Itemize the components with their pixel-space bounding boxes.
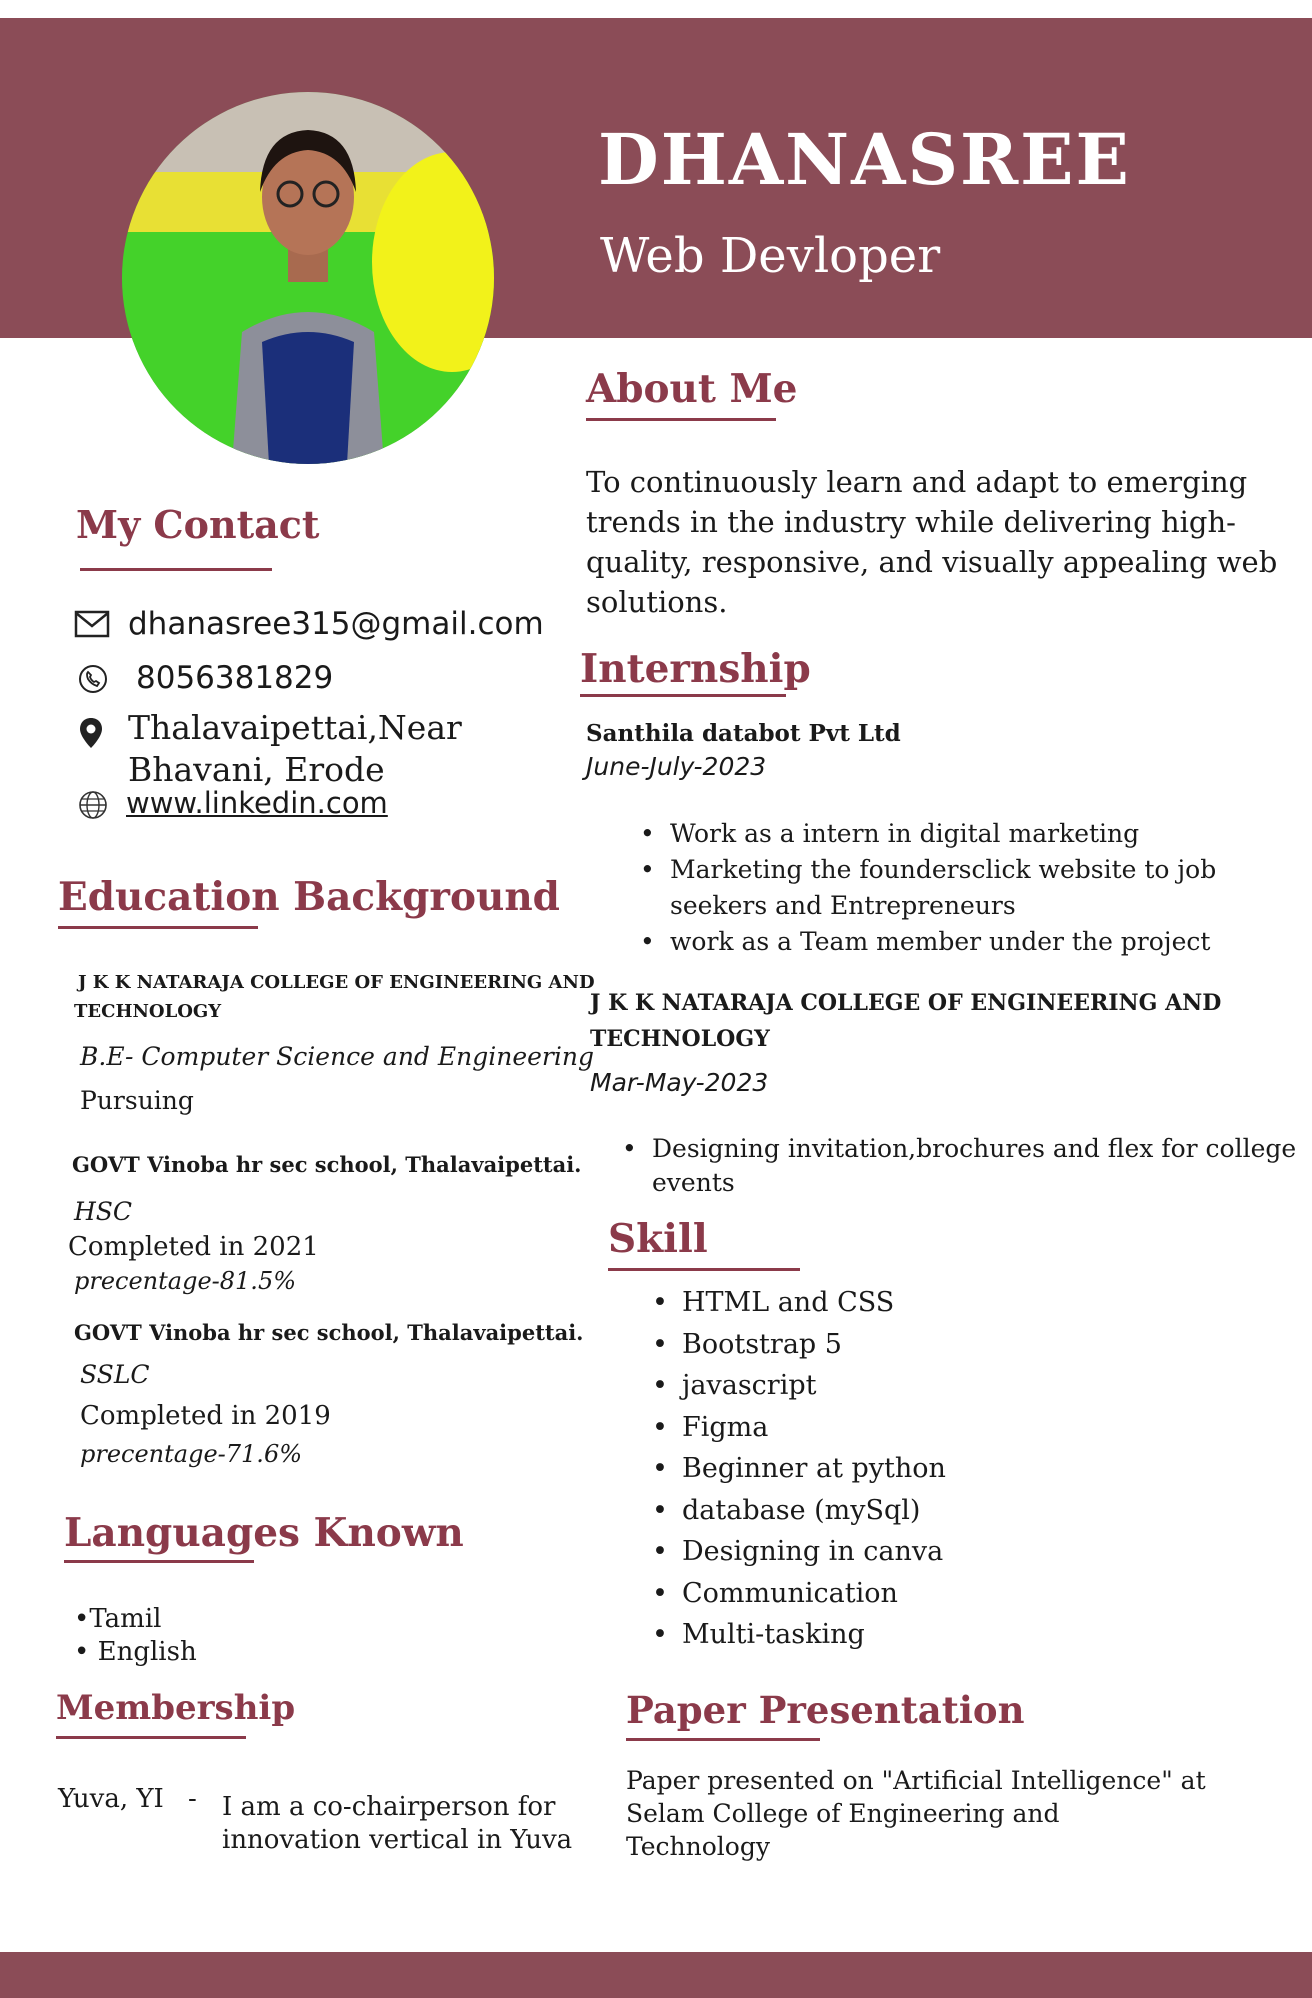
language-item: • English [74, 1637, 197, 1667]
membership-org: Yuva, YI [58, 1784, 164, 1814]
paper-line: Paper presented on "Artificial Intellige… [626, 1766, 1206, 1795]
list-item: Marketing the foundersclick website to j… [640, 852, 1216, 888]
education-heading-underline [58, 926, 258, 929]
paper-line: Technology [626, 1832, 770, 1861]
membership-heading-underline [56, 1736, 246, 1739]
skill-item: Communication [652, 1573, 946, 1615]
list-item: Designing invitation,brochures and flex … [622, 1132, 1296, 1166]
skill-item: Beginner at python [652, 1448, 946, 1490]
skill-item: Multi-tasking [652, 1614, 946, 1656]
person-role: Web Devloper [600, 228, 941, 284]
contact-heading-underline [80, 568, 272, 571]
list-item: Work as a intern in digital marketing [640, 816, 1216, 852]
about-line: quality, responsive, and visually appeal… [586, 545, 1278, 579]
person-name: DHANASREE [598, 118, 1131, 201]
internship-company2-name-line1: J K K NATARAJA COLLEGE OF ENGINEERING AN… [590, 990, 1222, 1016]
education-heading: Education Background [58, 874, 560, 920]
contact-phone[interactable]: 8056381829 [136, 660, 333, 696]
college-status: Pursuing [80, 1086, 194, 1115]
membership-dash: - [188, 1784, 197, 1814]
list-item: work as a Team member under the project [640, 924, 1216, 960]
hsc-level: HSC [74, 1197, 133, 1226]
paper-heading: Paper Presentation [626, 1688, 1025, 1732]
skill-item: Figma [652, 1407, 946, 1449]
sslc-percentage: precentage-71.6% [80, 1440, 303, 1468]
about-text: To continuously learn and adapt to emerg… [586, 462, 1277, 622]
membership-desc-line1: I am a co-chairperson for [222, 1792, 556, 1822]
about-heading-underline [586, 418, 776, 421]
internship-company2-points: Designing invitation,brochures and flex … [622, 1132, 1296, 1200]
paper-line: Selam College of Engineering and [626, 1799, 1060, 1828]
hsc-school: GOVT Vinoba hr sec school, Thalavaipetta… [72, 1152, 582, 1177]
internship-heading-underline [580, 694, 786, 697]
about-line: solutions. [586, 585, 728, 619]
contact-website-link[interactable]: www.linkedin.com [126, 786, 388, 820]
skill-heading: Skill [608, 1216, 708, 1262]
skills-list: HTML and CSS Bootstrap 5 javascript Figm… [652, 1282, 946, 1656]
paper-heading-underline [626, 1738, 820, 1741]
skill-item: Designing in canva [652, 1531, 946, 1573]
internship-company2-period: Mar-May-2023 [590, 1068, 769, 1097]
college-name-line1: J K K NATARAJA COLLEGE OF ENGINEERING AN… [78, 972, 595, 993]
contact-email[interactable]: dhanasree315@gmail.com [128, 606, 544, 642]
hsc-percentage: precentage-81.5% [74, 1267, 297, 1295]
footer-band [0, 1952, 1312, 1998]
membership-heading: Membership [56, 1688, 296, 1728]
skill-item: Bootstrap 5 [652, 1324, 946, 1366]
sslc-completed: Completed in 2019 [80, 1401, 331, 1431]
contact-address-line2: Bhavani, Erode [128, 750, 385, 789]
membership-desc-line2: innovation vertical in Yuva [222, 1825, 573, 1855]
globe-icon [78, 790, 108, 824]
internship-company2-name-line2: TECHNOLOGY [590, 1026, 770, 1052]
hsc-completed: Completed in 2021 [68, 1232, 319, 1262]
list-item-continuation: seekers and Entrepreneurs [640, 888, 1216, 924]
skill-item: javascript [652, 1365, 946, 1407]
contact-heading: My Contact [76, 502, 320, 547]
skill-heading-underline [608, 1268, 800, 1271]
list-item-continuation: events [622, 1166, 1296, 1200]
language-item: •Tamil [74, 1604, 162, 1634]
sslc-level: SSLC [80, 1360, 150, 1389]
about-line: trends in the industry while delivering … [586, 505, 1236, 539]
phone-icon [78, 664, 108, 698]
college-name-line2: TECHNOLOGY [74, 1001, 222, 1022]
skill-item: database (mySql) [652, 1490, 946, 1532]
internship-company1-name: Santhila databot Pvt Ltd [586, 720, 901, 747]
internship-heading: Internship [580, 646, 811, 692]
languages-heading: Languages Known [64, 1510, 464, 1556]
about-heading: About Me [586, 366, 798, 412]
about-line: To continuously learn and adapt to emerg… [586, 465, 1248, 499]
profile-photo [122, 92, 494, 464]
contact-address-line1: Thalavaipettai,Near [128, 708, 462, 747]
paper-text: Paper presented on "Artificial Intellige… [626, 1764, 1206, 1863]
mail-icon [74, 610, 110, 642]
internship-company1-points: Work as a intern in digital marketing Ma… [640, 816, 1216, 960]
college-degree: B.E- Computer Science and Engineering [80, 1042, 594, 1071]
location-icon [78, 716, 104, 754]
skill-item: HTML and CSS [652, 1282, 946, 1324]
list-item-text: seekers and Entrepreneurs [670, 891, 1016, 920]
sslc-school: GOVT Vinoba hr sec school, Thalavaipetta… [74, 1320, 584, 1345]
list-item-text: events [652, 1168, 735, 1197]
languages-heading-underline [64, 1560, 254, 1563]
internship-company1-period: June-July-2023 [586, 752, 767, 781]
